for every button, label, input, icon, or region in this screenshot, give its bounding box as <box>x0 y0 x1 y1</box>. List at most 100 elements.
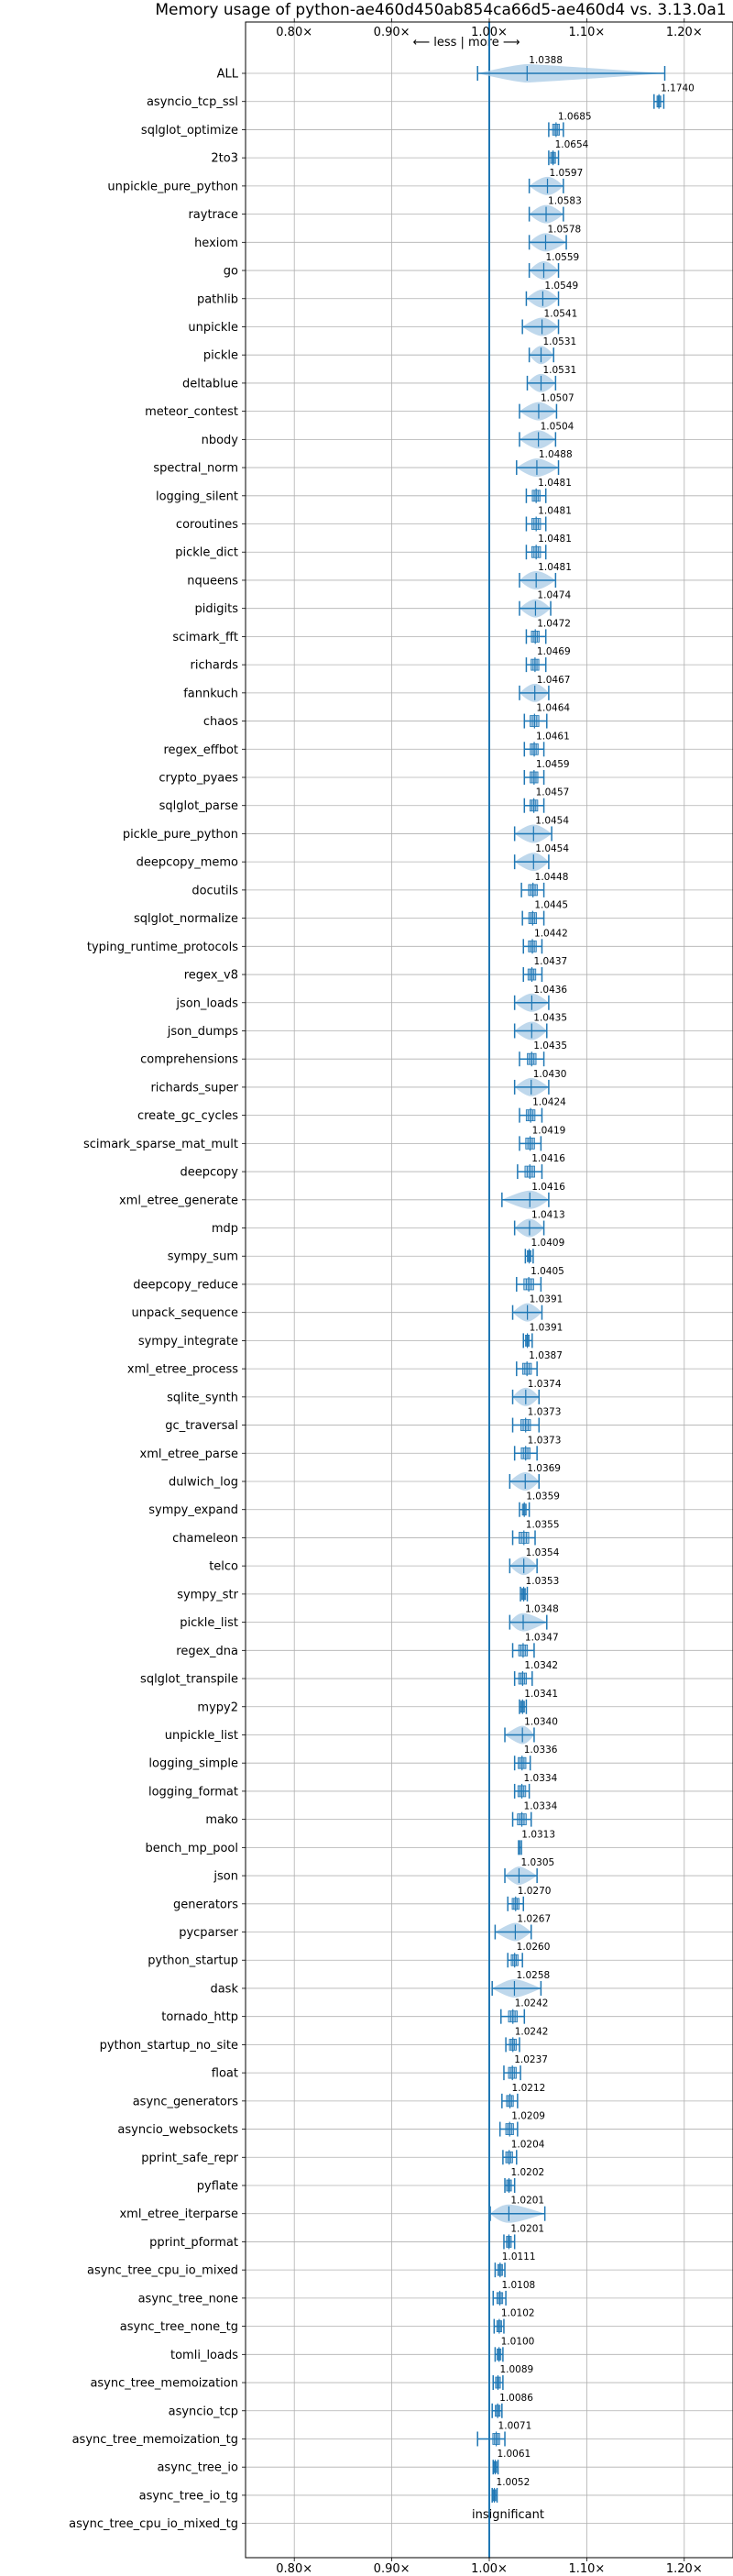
value-label: 1.0201 <box>510 2196 544 2207</box>
benchmark-row: 1.0416 <box>517 1153 565 1180</box>
benchmark-row: 1.0270 <box>507 1886 551 1911</box>
value-label: 1.0388 <box>529 55 563 66</box>
benchmark-row: 1.0102 <box>493 2308 535 2334</box>
benchmark-row: 1.0457 <box>523 787 570 813</box>
value-label: 1.0237 <box>514 2054 548 2065</box>
value-label: 1.0504 <box>541 421 574 432</box>
category-label: sympy_expand <box>148 1503 238 1517</box>
category-label: float <box>212 2067 238 2081</box>
x-tick-label-top: 1.00× <box>471 26 508 39</box>
benchmark-row: 1.0341 <box>519 1689 558 1714</box>
category-label: json <box>213 1870 238 1884</box>
x-tick-label-bottom: 1.10× <box>568 2562 605 2576</box>
category-label: dulwich_log <box>169 1476 238 1490</box>
value-label: 1.0481 <box>538 478 572 489</box>
value-label: 1.0436 <box>533 985 567 996</box>
benchmark-row: 1.0373 <box>513 1435 561 1461</box>
value-label: 1.0100 <box>501 2336 535 2347</box>
category-label: async_generators <box>133 2095 239 2108</box>
benchmark-row: 1.0201 <box>489 2196 546 2223</box>
x-tick-label-bottom: 1.20× <box>666 2562 703 2576</box>
benchmark-row: 1.0488 <box>516 449 573 478</box>
category-label: generators <box>173 1898 238 1911</box>
value-label: 1.0387 <box>529 1350 563 1361</box>
benchmark-row: 1.0481 <box>519 562 572 589</box>
value-label: 1.0457 <box>536 787 570 798</box>
category-label: docutils <box>191 884 238 897</box>
category-label: dask <box>210 1982 238 1996</box>
value-label: 1.0242 <box>515 1998 549 2009</box>
benchmark-row: 1.0474 <box>519 590 571 618</box>
value-label: 1.0242 <box>515 2026 549 2037</box>
category-label: unpickle_list <box>165 1729 238 1743</box>
value-label: 1.0347 <box>525 1632 559 1643</box>
category-label: asyncio_websockets <box>117 2123 238 2137</box>
category-label: async_tree_io_tg <box>139 2489 238 2503</box>
category-label: comprehensions <box>140 1053 238 1067</box>
benchmark-row: 1.0472 <box>525 618 571 644</box>
benchmark-row: 1.0419 <box>519 1125 565 1151</box>
value-label: 1.0086 <box>499 2393 533 2404</box>
value-label: 1.0685 <box>558 111 592 122</box>
value-label: 1.0061 <box>497 2449 531 2460</box>
value-label: 1.0209 <box>511 2111 545 2122</box>
benchmark-row: 1.0481 <box>525 506 572 532</box>
category-label: json_dumps <box>167 1025 238 1039</box>
category-label: logging_format <box>148 1785 238 1799</box>
benchmark-row: 1.0461 <box>523 731 570 757</box>
value-label: 1.0416 <box>531 1153 565 1164</box>
benchmark-row: 1.0369 <box>509 1463 561 1491</box>
value-label: 1.0597 <box>550 168 584 179</box>
category-label: sqlglot_parse <box>159 799 238 813</box>
benchmark-row: 1.0459 <box>523 759 570 785</box>
benchmark-row: 1.0334 <box>511 1801 558 1827</box>
value-label: 1.0267 <box>517 1914 551 1925</box>
value-label: 1.0474 <box>537 590 571 601</box>
category-label: async_tree_memoization <box>90 2377 238 2391</box>
value-label: 1.0391 <box>530 1294 563 1305</box>
category-label: pickle <box>203 349 238 363</box>
category-label: deepcopy_memo <box>137 856 238 870</box>
value-label: 1.0348 <box>525 1604 559 1615</box>
benchmark-row: 1.0469 <box>525 646 571 673</box>
chart-title: Memory usage of python-ae460d450ab854ca6… <box>155 1 726 19</box>
benchmark-row: 1.0435 <box>513 1012 567 1040</box>
category-label: gc_traversal <box>165 1419 238 1433</box>
benchmark-row: 1.0413 <box>513 1210 565 1238</box>
value-label: 1.0391 <box>530 1322 563 1333</box>
category-label: raytrace <box>188 208 238 222</box>
benchmark-row: 1.0464 <box>523 703 570 729</box>
value-label: 1.0578 <box>547 224 581 235</box>
category-label: typing_runtime_protocols <box>87 941 238 954</box>
benchmark-row: 1.0448 <box>520 872 568 897</box>
category-label: xml_etree_process <box>127 1363 238 1377</box>
benchmark-row: 1.0373 <box>511 1407 561 1433</box>
value-label: 1.0413 <box>531 1210 565 1221</box>
category-label: nbody <box>202 434 239 447</box>
value-label: 1.0340 <box>524 1716 558 1727</box>
category-label: mako <box>205 1813 238 1827</box>
value-label: 1.0445 <box>534 900 568 911</box>
benchmark-row: 1.0507 <box>519 393 574 421</box>
x-axis-ticks: 0.80× 0.80× 0.90× 0.90× 1.00× 1.00× 1.10× 1.10×… <box>69 18 703 2576</box>
value-label: 1.0559 <box>545 252 579 263</box>
category-label: pathlib <box>197 292 238 306</box>
category-label: unpickle_pure_python <box>107 180 238 193</box>
benchmark-row: 1.0359 <box>519 1492 560 1517</box>
benchmark-row: 1.0108 <box>492 2280 535 2306</box>
category-label: unpickle <box>188 321 238 335</box>
x-tick-label-bottom: 0.90× <box>374 2562 410 2576</box>
benchmark-row: 1.0111 <box>494 2251 536 2278</box>
category-label: xml_etree_iterparse <box>119 2207 238 2221</box>
benchmark-row: 1.0445 <box>521 900 568 926</box>
benchmark-row: 1.0313 <box>518 1829 555 1855</box>
benchmark-row: 1.0260 <box>507 1942 550 1968</box>
benchmark-row: 1.0481 <box>525 534 572 560</box>
value-label: 1.0409 <box>531 1238 565 1249</box>
benchmark-row: 1.0454 <box>513 843 569 872</box>
category-label: asyncio_tcp <box>169 2405 238 2418</box>
benchmark-row: 1.0597 <box>528 168 584 195</box>
category-label: pickle_pure_python <box>123 828 238 842</box>
benchmark-row: 1.1740 <box>653 83 695 109</box>
category-label: sqlglot_transpile <box>140 1673 238 1687</box>
